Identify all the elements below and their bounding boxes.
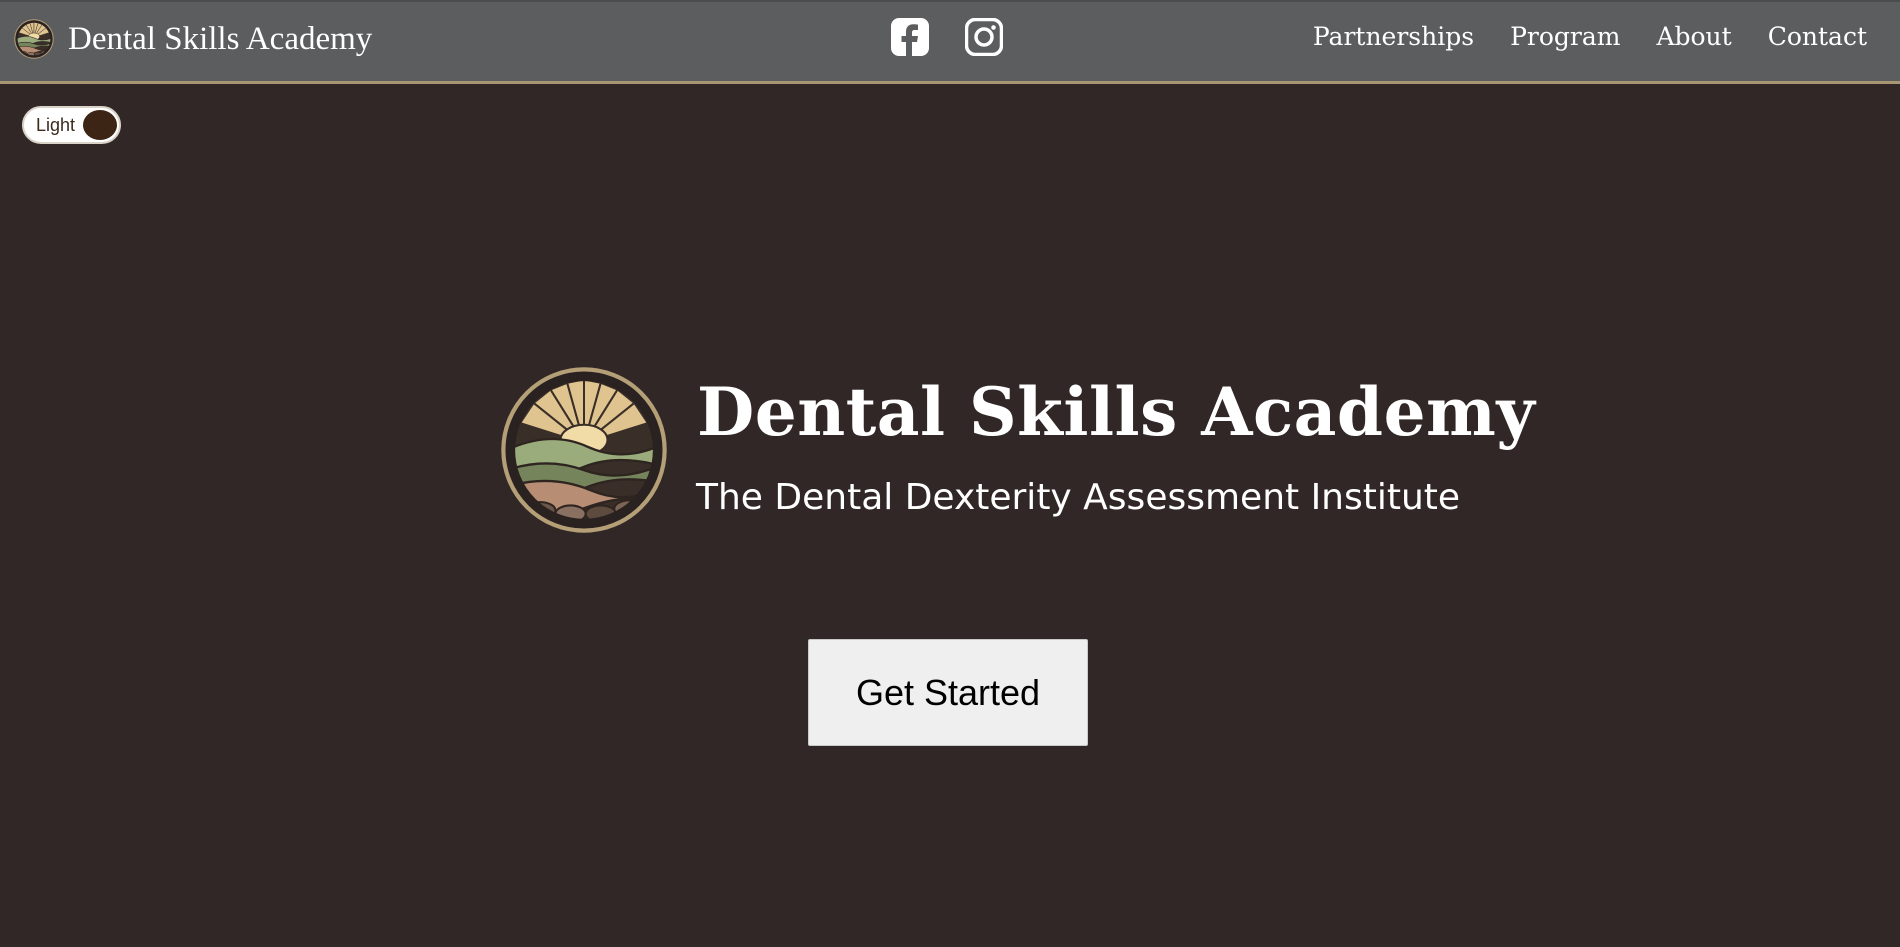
hero-subtitle: The Dental Dexterity Assessment Institut… (696, 477, 1461, 518)
nav-contact[interactable]: Contact (1768, 22, 1867, 51)
hero-title: Dental Skills Academy (697, 373, 1536, 451)
facebook-icon (891, 18, 929, 56)
brand-home-link[interactable]: Dental Skills Academy (14, 19, 372, 59)
facebook-link[interactable] (891, 18, 929, 56)
instagram-link[interactable] (965, 18, 1003, 56)
main-nav: Partnerships Program About Contact (1277, 22, 1867, 51)
theme-toggle-knob (83, 110, 117, 140)
nav-about[interactable]: About (1656, 22, 1731, 51)
get-started-button[interactable]: Get Started (808, 639, 1088, 746)
brand-name: Dental Skills Academy (68, 20, 373, 57)
academy-logo-icon (500, 366, 668, 534)
instagram-icon (965, 18, 1003, 56)
top-navbar: Dental Skills Academy Partnerships Progr… (0, 0, 1900, 84)
theme-toggle-label: Light (36, 115, 76, 135)
hero-logo (500, 366, 668, 534)
academy-logo-icon (14, 19, 54, 59)
nav-partnerships[interactable]: Partnerships (1313, 22, 1474, 51)
nav-program[interactable]: Program (1510, 22, 1620, 51)
theme-toggle[interactable]: Light (22, 106, 121, 144)
